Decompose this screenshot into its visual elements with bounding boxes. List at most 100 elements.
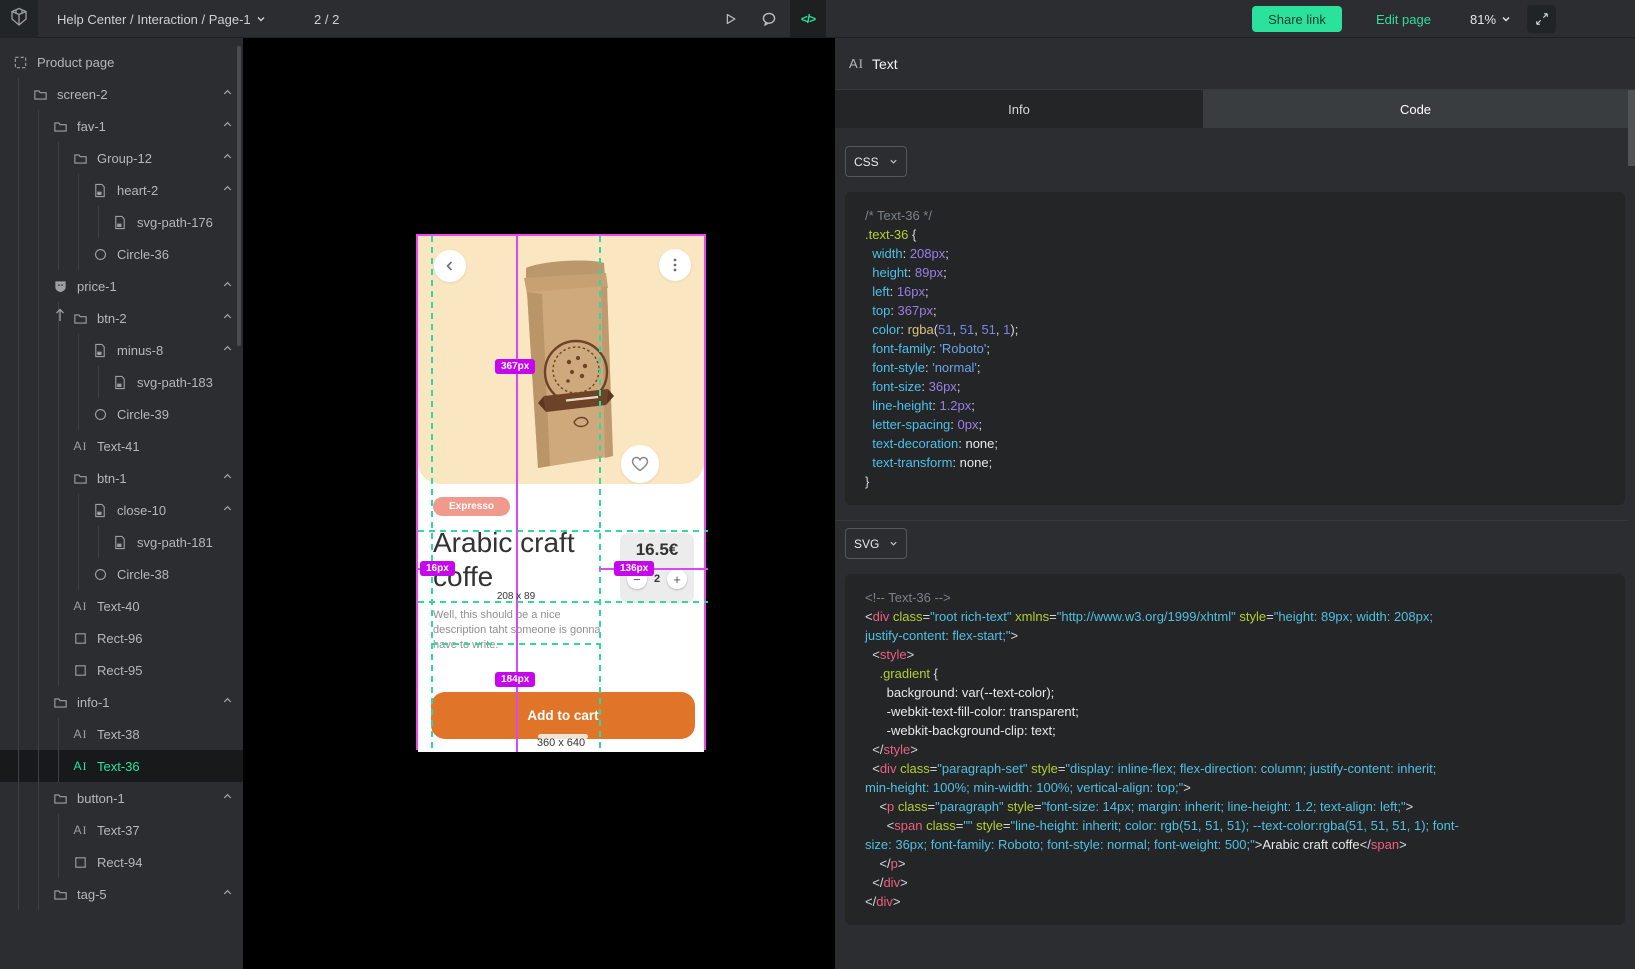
layer-button-1[interactable]: button-1: [0, 782, 243, 814]
tree-guide-line: [58, 846, 59, 878]
layer-btn-1[interactable]: btn-1: [0, 462, 243, 494]
layer-minus-8[interactable]: minus-8: [0, 334, 243, 366]
tree-guide-line: [58, 430, 59, 462]
comment-icon: [760, 10, 778, 28]
tree-guide-line: [38, 398, 39, 430]
layer-rect-96[interactable]: Rect-96: [0, 622, 243, 654]
layer-label: Text-41: [97, 439, 140, 454]
tree-guide-line: [18, 78, 19, 110]
layer-text-38[interactable]: AIText-38: [0, 718, 243, 750]
tree-guide-line: [18, 878, 19, 910]
chevron-up-icon[interactable]: [222, 310, 233, 325]
tree-guide-line: [38, 366, 39, 398]
zoom-level: 81%: [1470, 12, 1496, 27]
layer-label: svg-path-181: [137, 535, 213, 550]
layer-svg-path-183[interactable]: svg-path-183: [0, 366, 243, 398]
layer-svg-path-176[interactable]: svg-path-176: [0, 206, 243, 238]
layer-screen-2[interactable]: screen-2: [0, 78, 243, 110]
layer-text-37[interactable]: AIText-37: [0, 814, 243, 846]
layer-label: Text-36: [97, 759, 140, 774]
zoom-control[interactable]: 81%: [1470, 0, 1511, 38]
chevron-up-icon[interactable]: [222, 150, 233, 165]
folder-icon: [72, 310, 88, 326]
code-line: <div class="root rich-text" xmlns="http:…: [865, 607, 1605, 626]
layer-label: btn-1: [97, 471, 127, 486]
plus-button[interactable]: +: [667, 569, 687, 589]
tab-code[interactable]: Code: [1203, 90, 1628, 128]
layer-fav-1[interactable]: fav-1: [0, 110, 243, 142]
share-link-button[interactable]: Share link: [1252, 6, 1342, 32]
svg-language-select[interactable]: SVG: [845, 528, 907, 559]
tree-guide-line: [38, 110, 39, 142]
product-tag[interactable]: Expresso: [433, 497, 510, 516]
breadcrumb[interactable]: Help Center / Interaction / Page-1: [57, 0, 266, 38]
layer-svg-path-181[interactable]: svg-path-181: [0, 526, 243, 558]
chevron-up-icon[interactable]: [222, 118, 233, 133]
inspector-scrollbar[interactable]: [1628, 90, 1635, 969]
mobile-screen-frame[interactable]: Expresso Arabic craft coffe 208 x 89 16.…: [416, 234, 706, 750]
layer-tag-5[interactable]: tag-5: [0, 878, 243, 910]
canvas[interactable]: Expresso Arabic craft coffe 208 x 89 16.…: [243, 38, 835, 969]
menu-button[interactable]: [659, 249, 691, 281]
tab-info[interactable]: Info: [835, 90, 1203, 128]
measure-badge-bottom: 184px: [495, 672, 535, 687]
layer-rect-95[interactable]: Rect-95: [0, 654, 243, 686]
chevron-up-icon[interactable]: [222, 886, 233, 901]
code-line: width: 208px;: [865, 244, 1605, 263]
layer-circle-38[interactable]: Circle-38: [0, 558, 243, 590]
tree-guide-line: [38, 590, 39, 622]
layer-text-40[interactable]: AIText-40: [0, 590, 243, 622]
back-button[interactable]: [434, 250, 466, 282]
code-line: left: 16px;: [865, 282, 1605, 301]
chevron-up-icon[interactable]: [222, 342, 233, 357]
layer-label: Product page: [37, 55, 114, 70]
chevron-up-icon[interactable]: [222, 278, 233, 293]
layer-label: tag-5: [77, 887, 107, 902]
chevron-up-icon[interactable]: [222, 502, 233, 517]
inspector-content: CSS /* Text-36 */.text-36 { width: 208px…: [835, 128, 1628, 969]
quantity-value: 2: [654, 573, 660, 585]
layer-group-12[interactable]: Group-12: [0, 142, 243, 174]
code-line: <div class="paragraph-set" style="displa…: [865, 759, 1605, 778]
layer-price-1[interactable]: price-1: [0, 270, 243, 302]
layer-text-36[interactable]: AIText-36: [0, 750, 243, 782]
layer-circle-39[interactable]: Circle-39: [0, 398, 243, 430]
layer-info-1[interactable]: info-1: [0, 686, 243, 718]
code-line: font-size: 36px;: [865, 377, 1605, 396]
sidebar-scrollbar[interactable]: [237, 46, 241, 346]
guide-left: [431, 236, 433, 752]
layer-product page[interactable]: Product page: [0, 46, 243, 78]
folder-icon: [72, 470, 88, 486]
text-icon: AI: [72, 598, 88, 614]
add-to-cart-button[interactable]: Add to cart: [431, 692, 695, 739]
tree-guide-line: [98, 526, 99, 558]
svg-icon: [112, 374, 128, 390]
chevron-up-icon[interactable]: [222, 790, 233, 805]
tree-guide-line: [18, 334, 19, 366]
folder-icon: [32, 86, 48, 102]
layer-close-10[interactable]: close-10: [0, 494, 243, 526]
chevron-up-icon[interactable]: [222, 182, 233, 197]
layer-label: Circle-38: [117, 567, 169, 582]
favorite-button[interactable]: [621, 445, 659, 483]
app-logo[interactable]: [0, 0, 38, 38]
comment-button[interactable]: [753, 0, 785, 38]
tree-guide-line: [58, 590, 59, 622]
layer-heart-2[interactable]: heart-2: [0, 174, 243, 206]
code-view-button[interactable]: </>: [790, 0, 826, 38]
layer-circle-36[interactable]: Circle-36: [0, 238, 243, 270]
play-button[interactable]: [714, 0, 746, 38]
svg-code-block: <!-- Text-36 --><div class="root rich-te…: [845, 574, 1625, 925]
layer-btn-2[interactable]: btn-2: [0, 302, 243, 334]
tree-guide-line: [58, 206, 59, 238]
chevron-up-icon[interactable]: [222, 694, 233, 709]
chevron-up-icon[interactable]: [222, 470, 233, 485]
fullscreen-button[interactable]: [1527, 5, 1556, 33]
inspector-panel: AI Text Info Code CSS /* Text-36 */.text…: [835, 38, 1635, 969]
layer-rect-94[interactable]: Rect-94: [0, 846, 243, 878]
edit-page-link[interactable]: Edit page: [1376, 0, 1431, 38]
css-language-select[interactable]: CSS: [845, 146, 907, 177]
chevron-up-icon[interactable]: [222, 86, 233, 101]
heart-icon: [631, 456, 649, 472]
layer-text-41[interactable]: AIText-41: [0, 430, 243, 462]
